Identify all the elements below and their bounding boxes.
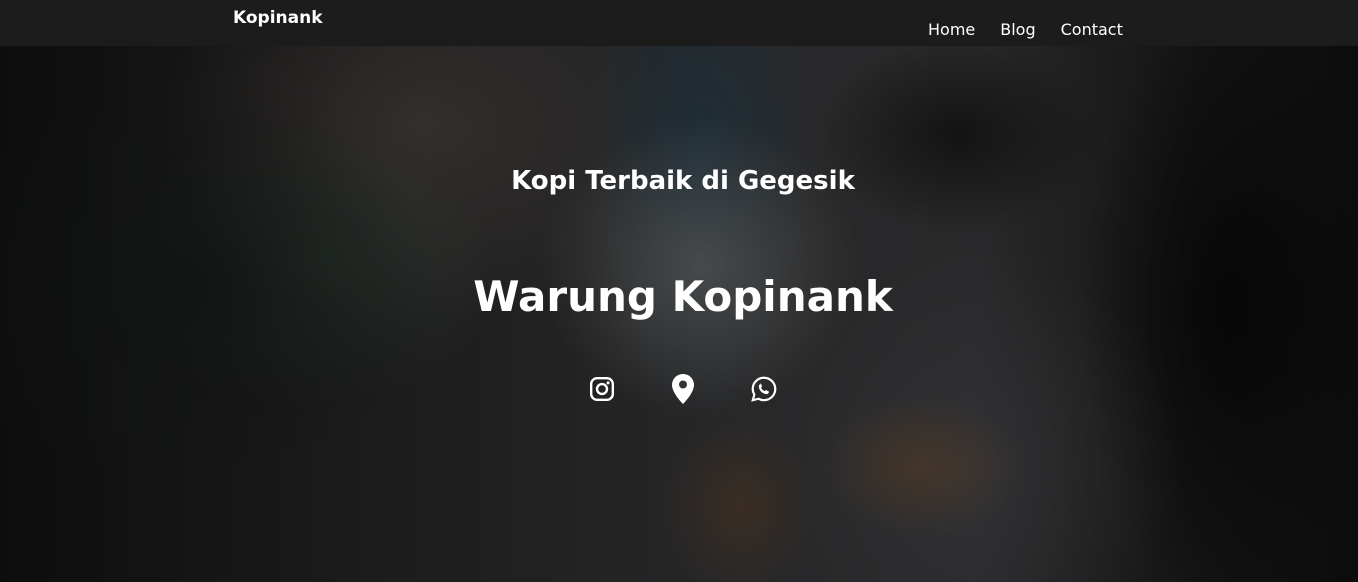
hero-tagline: Kopi Terbaik di Gegesik: [511, 166, 855, 196]
hero-title: Warung Kopinank: [473, 272, 893, 321]
instagram-icon[interactable]: [589, 374, 615, 404]
nav-link-home[interactable]: Home: [928, 20, 975, 39]
nav-links: Home Blog Contact: [928, 20, 1123, 39]
map-pin-icon[interactable]: [670, 374, 696, 404]
whatsapp-icon[interactable]: [751, 374, 777, 404]
navbar: Kopinank Home Blog Contact: [0, 0, 1358, 46]
brand-logo[interactable]: Kopinank: [233, 8, 323, 28]
social-links: [589, 374, 777, 404]
nav-link-contact[interactable]: Contact: [1061, 20, 1123, 39]
hero-section: Kopi Terbaik di Gegesik Warung Kopinank: [0, 46, 1358, 582]
nav-link-blog[interactable]: Blog: [1000, 20, 1035, 39]
